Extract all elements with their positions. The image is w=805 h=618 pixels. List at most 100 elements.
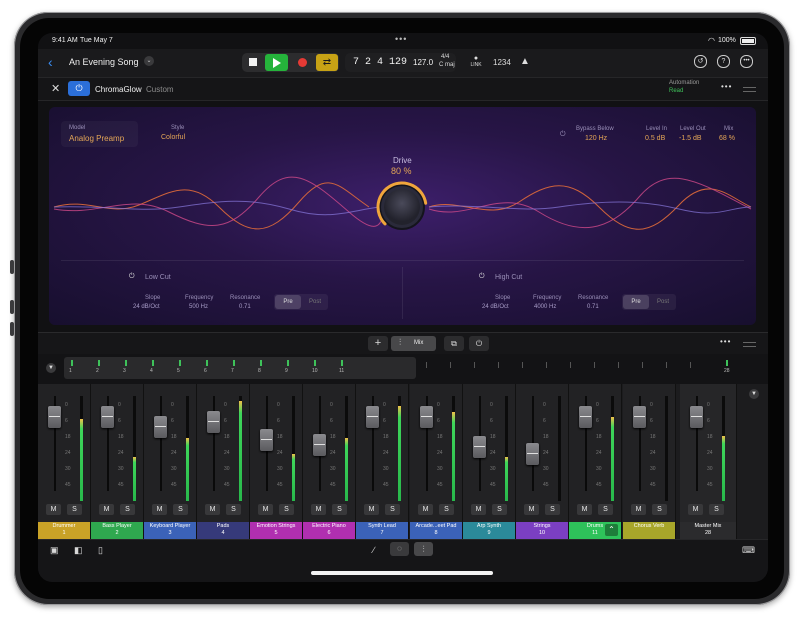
solo-button[interactable]: S <box>226 504 241 515</box>
solo-button[interactable]: S <box>545 504 560 515</box>
channel-name-label[interactable]: Arcade...eet Pad 8 <box>410 522 462 539</box>
level-out-value[interactable]: -1.5 dB <box>679 135 702 142</box>
stop-icon[interactable] <box>249 58 257 66</box>
fader-handle[interactable] <box>579 406 592 429</box>
high-cut-pre-button[interactable]: Pre <box>623 295 649 309</box>
plugin-more-icon[interactable]: ••• <box>721 82 732 91</box>
solo-button[interactable]: S <box>385 504 400 515</box>
bypass-power-icon[interactable]: ⏻ <box>560 131 566 139</box>
low-cut-power-icon[interactable]: ⏻ <box>129 273 135 281</box>
mute-button[interactable]: M <box>364 504 379 515</box>
master-filter-icon[interactable]: ▼ <box>749 389 759 399</box>
fader-handle[interactable] <box>48 406 61 429</box>
link-button[interactable]: ● LINK <box>469 55 483 68</box>
fader-handle[interactable] <box>101 406 114 429</box>
fader-handle[interactable] <box>260 428 273 451</box>
automation-mode[interactable]: Read <box>669 88 683 94</box>
mix-view-button[interactable]: ⫶ Mix <box>391 336 436 351</box>
mute-button[interactable]: M <box>46 504 61 515</box>
fader-handle[interactable] <box>207 410 220 433</box>
fader-handle[interactable] <box>313 433 326 456</box>
expand-chevron-icon[interactable]: ⌃ <box>605 524 618 536</box>
bypass-value[interactable]: 120 Hz <box>585 135 607 142</box>
low-cut-slope-value[interactable]: 24 dB/Oct <box>133 304 160 310</box>
low-cut-pre-button[interactable]: Pre <box>275 295 301 309</box>
fader-handle[interactable] <box>420 406 433 429</box>
play-button[interactable] <box>265 54 288 71</box>
mix-value[interactable]: 68 % <box>719 135 735 142</box>
drive-knob[interactable] <box>374 179 430 235</box>
mute-button[interactable]: M <box>152 504 167 515</box>
filter-icon[interactable]: ▼ <box>46 363 56 373</box>
copy-icon[interactable]: ⧉ <box>444 336 464 351</box>
mute-button[interactable]: M <box>688 504 703 515</box>
close-plugin-icon[interactable]: ✕ <box>51 82 60 95</box>
back-chevron-icon[interactable]: ‹ <box>48 54 53 70</box>
solo-button[interactable]: S <box>439 504 454 515</box>
fader-handle[interactable] <box>473 436 486 459</box>
high-cut-freq-value[interactable]: 4000 Hz <box>534 304 556 310</box>
solo-button[interactable]: S <box>120 504 135 515</box>
channel-name-label[interactable]: Drummer 1 <box>38 522 90 539</box>
record-icon[interactable] <box>298 58 307 67</box>
more-options-icon[interactable]: ••• <box>740 55 753 68</box>
high-cut-slope-value[interactable]: 24 dB/Oct <box>482 304 509 310</box>
high-cut-power-icon[interactable]: ⏻ <box>479 273 485 281</box>
metronome-icon[interactable]: ▲ <box>520 56 530 67</box>
solo-button[interactable]: S <box>652 504 667 515</box>
lcd-display[interactable]: 7 2 4 129 127.0 4/4 C maj <box>345 53 456 72</box>
low-cut-res-value[interactable]: 0.71 <box>239 304 251 310</box>
solo-button[interactable]: S <box>279 504 294 515</box>
resize-handle-icon[interactable] <box>743 87 756 92</box>
solo-button[interactable]: S <box>173 504 188 515</box>
solo-button[interactable]: S <box>332 504 347 515</box>
mute-button[interactable]: M <box>418 504 433 515</box>
mute-button[interactable]: M <box>524 504 539 515</box>
mute-button[interactable]: M <box>258 504 273 515</box>
solo-button[interactable]: S <box>492 504 507 515</box>
model-selector[interactable]: Model Analog Preamp <box>61 121 138 147</box>
channel-name-label[interactable]: Pads 4 <box>197 522 249 539</box>
mute-button[interactable]: M <box>631 504 646 515</box>
smart-controls-icon[interactable]: ◌ <box>390 542 409 556</box>
mute-button[interactable]: M <box>577 504 592 515</box>
solo-button[interactable]: S <box>709 504 724 515</box>
keyboard-icon[interactable]: ⌨ <box>742 545 755 556</box>
channel-name-label[interactable]: Arp Synth 9 <box>463 522 515 539</box>
inspector-icon[interactable]: ◧ <box>74 545 83 556</box>
channel-name-label[interactable]: Bass Player 2 <box>91 522 143 539</box>
mute-button[interactable]: M <box>99 504 114 515</box>
solo-button[interactable]: S <box>67 504 82 515</box>
channel-name-label[interactable]: Emotion Strings 5 <box>250 522 302 539</box>
overview-visible-range[interactable] <box>64 357 416 379</box>
solo-button[interactable]: S <box>598 504 613 515</box>
plugin-preset[interactable]: Custom <box>146 85 174 94</box>
browser-icon[interactable]: ▣ <box>50 545 59 556</box>
fader-handle[interactable] <box>633 406 646 429</box>
mute-button[interactable]: M <box>311 504 326 515</box>
library-icon[interactable]: ▯ <box>98 545 103 556</box>
cycle-loop-icon[interactable]: ⇄ <box>316 54 338 71</box>
style-value[interactable]: Colorful <box>161 134 185 141</box>
fader-handle[interactable] <box>154 416 167 439</box>
song-menu-chevron-icon[interactable]: ⌄ <box>144 56 154 66</box>
level-in-value[interactable]: 0.5 dB <box>645 135 665 142</box>
plugin-name[interactable]: ChromaGlow <box>95 85 142 94</box>
fader-handle[interactable] <box>366 406 379 429</box>
help-icon[interactable]: ? <box>717 55 730 68</box>
fader-handle[interactable] <box>690 406 703 429</box>
mixer-more-icon[interactable]: ••• <box>720 337 731 346</box>
channel-name-label[interactable]: Strings 10 <box>516 522 568 539</box>
low-cut-freq-value[interactable]: 500 Hz <box>189 304 208 310</box>
channel-name-label[interactable]: Synth Lead 7 <box>356 522 408 539</box>
song-title[interactable]: An Evening Song <box>69 57 139 67</box>
channel-name-label[interactable]: Master Mix 28 <box>680 522 736 539</box>
mixer-resize-handle-icon[interactable] <box>743 342 756 347</box>
high-cut-post-button[interactable]: Post <box>650 295 676 309</box>
multitask-dots-icon[interactable]: ••• <box>395 34 407 44</box>
add-plugin-icon[interactable]: + <box>368 336 388 351</box>
fader-track[interactable] <box>160 396 162 491</box>
pencil-icon[interactable]: ∕ <box>373 545 375 555</box>
low-cut-post-button[interactable]: Post <box>302 295 328 309</box>
high-cut-res-value[interactable]: 0.71 <box>587 304 599 310</box>
